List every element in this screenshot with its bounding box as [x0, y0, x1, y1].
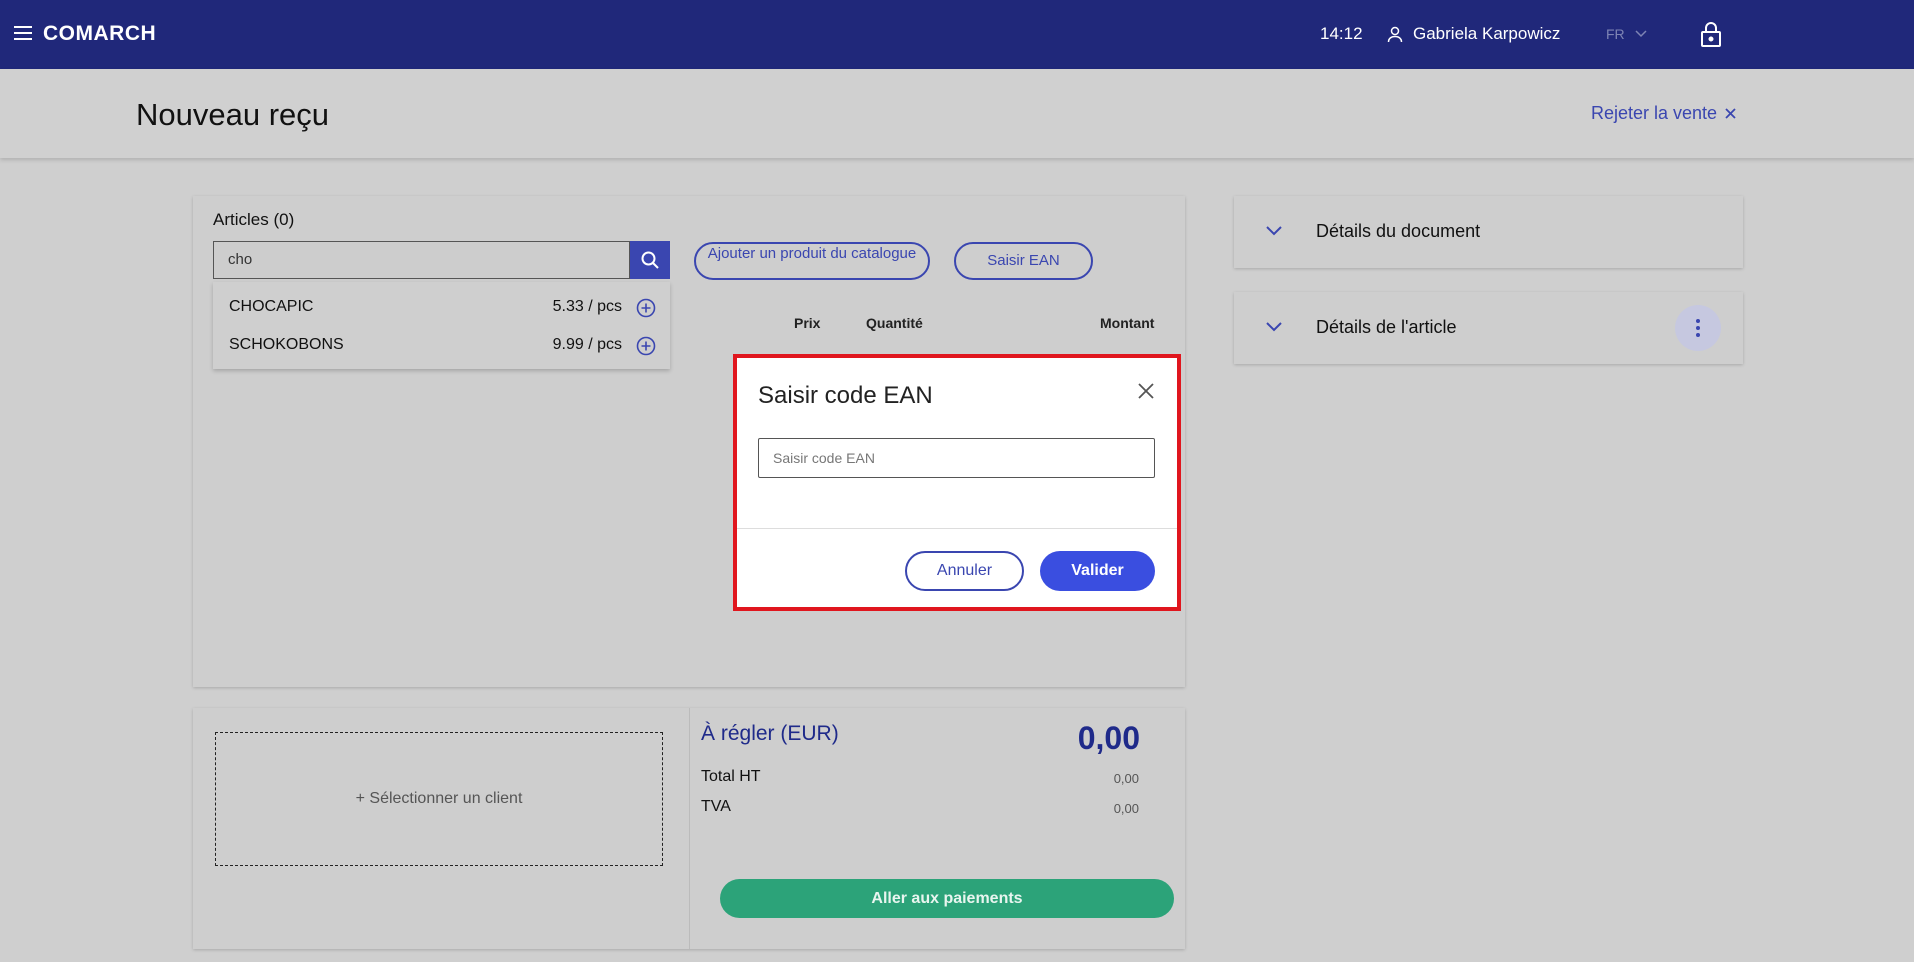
user-menu[interactable]: Gabriela Karpowicz — [1386, 24, 1560, 44]
ean-dialog: Saisir code EAN Annuler Valider — [733, 354, 1181, 611]
lock-icon[interactable] — [1700, 20, 1722, 48]
select-client-button[interactable]: + Sélectionner un client — [215, 732, 663, 866]
document-details-label: Détails du document — [1316, 221, 1481, 241]
search-input[interactable]: cho — [213, 241, 630, 279]
chevron-down-icon[interactable] — [1266, 322, 1282, 332]
ean-code-input[interactable] — [758, 438, 1155, 478]
totals-panel: + Sélectionner un client À régler (EUR) … — [193, 708, 1185, 949]
search-results: CHOCAPIC 5.33 / pcs SCHOKOBONS 9.99 / pc… — [213, 282, 670, 369]
reject-sale-button[interactable]: Rejeter la vente — [1591, 103, 1736, 124]
top-bar: COMARCH 14:12 Gabriela Karpowicz FR — [0, 0, 1914, 69]
language-value: FR — [1606, 26, 1625, 42]
amount-due-label: À régler (EUR) — [701, 722, 839, 745]
menu-icon[interactable] — [14, 26, 32, 40]
product-name: SCHOKOBONS — [229, 336, 344, 353]
more-options-button[interactable] — [1675, 305, 1721, 351]
amount-due-value: 0,00 — [1077, 720, 1140, 756]
tva-value: 0,00 — [1113, 801, 1139, 816]
column-header-quantity: Quantité — [866, 315, 923, 331]
column-header-price: Prix — [794, 315, 821, 331]
add-circle-icon[interactable] — [636, 336, 656, 356]
article-details-panel[interactable]: Détails de l'article — [1234, 292, 1743, 364]
articles-title: Articles (0) — [213, 210, 295, 229]
clock: 14:12 — [1320, 24, 1363, 43]
close-icon[interactable] — [1136, 381, 1156, 401]
user-icon — [1387, 26, 1403, 43]
close-icon — [1725, 108, 1736, 119]
divider — [689, 708, 690, 949]
validate-button[interactable]: Valider — [1040, 551, 1155, 591]
search-icon — [641, 251, 659, 269]
product-name: CHOCAPIC — [229, 298, 314, 315]
page-header: Nouveau reçu Rejeter la vente — [0, 69, 1914, 158]
divider — [737, 528, 1177, 529]
chevron-down-icon[interactable] — [1266, 226, 1282, 236]
page-title: Nouveau reçu — [136, 97, 330, 132]
list-item[interactable]: SCHOKOBONS 9.99 / pcs — [213, 326, 670, 364]
column-header-amount: Montant — [1100, 315, 1155, 331]
dialog-title: Saisir code EAN — [758, 382, 933, 409]
cancel-button[interactable]: Annuler — [905, 551, 1024, 591]
total-ht-label: Total HT — [701, 768, 761, 785]
article-details-label: Détails de l'article — [1316, 317, 1457, 337]
reject-sale-label: Rejeter la vente — [1591, 103, 1718, 123]
total-ht-value: 0,00 — [1113, 771, 1139, 786]
search-button[interactable] — [630, 241, 670, 279]
tva-label: TVA — [701, 798, 731, 815]
enter-ean-button[interactable]: Saisir EAN — [954, 242, 1093, 280]
list-item[interactable]: CHOCAPIC 5.33 / pcs — [213, 288, 670, 326]
app-logo: COMARCH — [43, 22, 157, 45]
user-name: Gabriela Karpowicz — [1413, 24, 1561, 43]
more-vertical-icon — [1696, 319, 1700, 337]
product-price: 9.99 / pcs — [552, 336, 622, 353]
language-select[interactable]: FR — [1606, 26, 1647, 42]
product-price: 5.33 / pcs — [552, 298, 622, 315]
go-to-payments-button[interactable]: Aller aux paiements — [720, 879, 1174, 918]
document-details-panel[interactable]: Détails du document — [1234, 196, 1743, 268]
add-circle-icon[interactable] — [636, 298, 656, 318]
add-from-catalog-button[interactable]: Ajouter un produit du catalogue — [694, 242, 930, 280]
chevron-down-icon — [1635, 30, 1647, 38]
